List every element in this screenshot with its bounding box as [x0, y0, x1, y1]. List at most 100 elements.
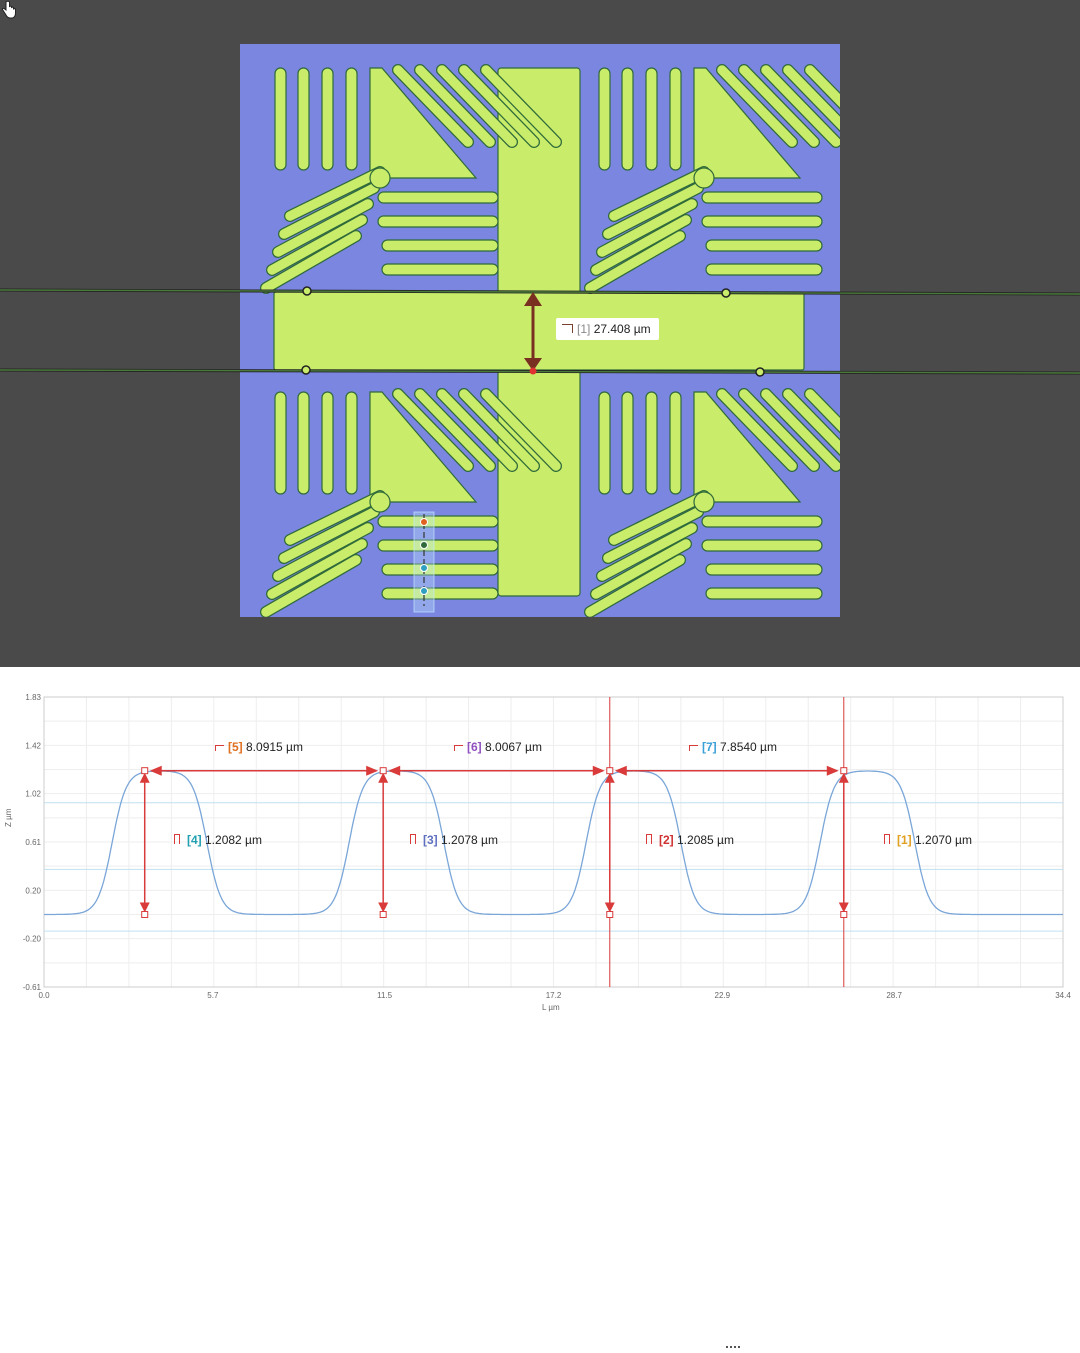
horizontal-arrow-head	[388, 765, 401, 776]
image-viewer[interactable]: [1] 27.408 µm	[0, 0, 1080, 667]
profile-chart-panel[interactable]: 1.83 1.42 1.02 0.61 0.20 -0.20 -0.61 0.0 5.7 11.5…	[0, 677, 1080, 1027]
horizontal-finger	[381, 563, 499, 576]
guide-handle	[302, 286, 312, 296]
guide-handle	[301, 365, 311, 375]
horizontal-arrow-head	[592, 765, 605, 776]
y-tick-label: 0.20	[25, 887, 41, 896]
measure-handle	[840, 767, 848, 775]
profile-point	[420, 564, 428, 572]
horizontal-arrow-head	[826, 765, 839, 776]
measurement-index: [2]	[659, 833, 674, 847]
height-measure-icon	[884, 834, 894, 845]
horizontal-finger	[701, 191, 823, 204]
distance-measure-icon	[454, 742, 464, 752]
horizontal-finger	[377, 515, 499, 528]
measurement-label[interactable]: [5] 8.0915 µm	[215, 739, 303, 755]
vertical-finger	[621, 67, 634, 171]
vertical-finger	[645, 67, 658, 171]
measurement-label[interactable]: [7] 7.8540 µm	[689, 739, 777, 755]
measurement-value: 7.8540 µm	[716, 740, 777, 754]
vertical-arrow-head	[378, 772, 389, 783]
x-tick-label: 34.4	[1055, 991, 1071, 1000]
vertical-finger	[345, 67, 358, 171]
measurement-index: [6]	[467, 740, 482, 754]
measurement-label[interactable]: [4] 1.2082 µm	[174, 832, 262, 848]
horizontal-finger	[377, 191, 499, 204]
measure-handle	[379, 911, 387, 918]
measure-handle	[141, 911, 149, 918]
horizontal-finger	[701, 515, 823, 528]
horizontal-finger	[701, 215, 823, 228]
measurement-index: [4]	[187, 833, 202, 847]
y-tick-label: -0.20	[23, 934, 42, 943]
measure-handle	[606, 767, 614, 775]
pane-divider[interactable]	[0, 667, 1080, 1348]
horizontal-arrow-head	[614, 765, 627, 776]
measurement-label[interactable]: [2] 1.2085 µm	[646, 832, 734, 848]
x-tick-label: 0.0	[38, 991, 50, 1000]
y-tick-label: 1.42	[25, 742, 41, 751]
vertical-finger	[621, 391, 634, 495]
thickness-measurement-label[interactable]: [1] 27.408 µm	[556, 318, 659, 340]
vertical-finger	[598, 391, 611, 495]
measurement-label[interactable]: [3] 1.2078 µm	[410, 832, 498, 848]
vertical-arrow-head	[139, 772, 150, 783]
measurement-value: 1.2085 µm	[673, 833, 734, 847]
height-measure-icon	[174, 834, 184, 845]
vertical-finger	[297, 67, 310, 171]
x-tick-label: 5.7	[207, 991, 219, 1000]
thickness-anchor	[529, 367, 537, 375]
microscope-image[interactable]	[0, 0, 1080, 667]
vertical-finger	[274, 67, 287, 171]
measurement-index: [7]	[702, 740, 717, 754]
horizontal-finger	[381, 587, 499, 600]
vertical-finger	[345, 391, 358, 495]
measurement-label[interactable]: [1] 1.2070 µm	[884, 832, 972, 848]
horizontal-finger	[705, 563, 823, 576]
junction-pad	[369, 167, 391, 189]
measurement-value: 1.2078 µm	[437, 833, 498, 847]
measure-handle	[840, 911, 848, 918]
measurement-value: 8.0067 µm	[481, 740, 542, 754]
horizontal-finger	[705, 587, 823, 600]
height-measure-icon	[646, 834, 656, 845]
x-axis-title: L µm	[542, 1003, 560, 1012]
y-axis-title: Z µm	[4, 808, 13, 827]
height-measure-icon	[410, 834, 420, 845]
guide-handle	[755, 367, 765, 377]
measurement-value: 1.2082 µm	[201, 833, 262, 847]
profile-point	[420, 518, 428, 526]
measurement-value: 1.2070 µm	[911, 833, 972, 847]
vertical-finger	[274, 391, 287, 495]
y-tick-label: 1.02	[25, 789, 41, 798]
distance-measure-icon	[689, 742, 699, 752]
x-tick-label: 11.5	[377, 991, 393, 1000]
height-measure-icon	[562, 324, 573, 333]
profile-point	[420, 541, 428, 549]
horizontal-finger	[377, 215, 499, 228]
vertical-finger	[645, 391, 658, 495]
horizontal-finger	[377, 539, 499, 552]
measurement-value: 8.0915 µm	[242, 740, 303, 754]
distance-measure-icon	[215, 742, 225, 752]
x-tick-label: 22.9	[715, 991, 731, 1000]
profile-point	[420, 587, 428, 595]
measurement-index: [1]	[897, 833, 912, 847]
vertical-finger	[321, 67, 334, 171]
vertical-finger	[669, 67, 682, 171]
measurement-value: 27.408 µm	[593, 322, 651, 336]
hand-cursor-icon	[1, 0, 16, 19]
measure-handle	[606, 911, 614, 918]
vertical-finger	[598, 67, 611, 171]
horizontal-finger	[381, 263, 499, 276]
junction-pad	[693, 491, 715, 513]
splitter-grip-icon[interactable]	[726, 1335, 742, 1348]
measurement-label[interactable]: [6] 8.0067 µm	[454, 739, 542, 755]
horizontal-arrow-head	[149, 765, 162, 776]
junction-pad	[693, 167, 715, 189]
x-tick-label: 17.2	[546, 991, 562, 1000]
y-tick-label: 1.83	[25, 693, 41, 702]
profile-chart[interactable]: 1.831.421.020.610.20-0.20-0.610.0 5.7 11.5…	[0, 677, 1080, 1027]
guide-handle	[721, 288, 731, 298]
vertical-finger	[297, 391, 310, 495]
